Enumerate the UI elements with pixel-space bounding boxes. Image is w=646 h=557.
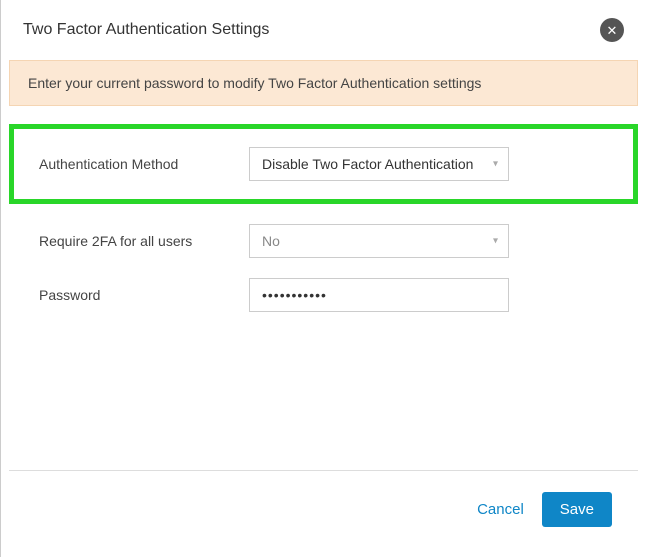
info-banner: Enter your current password to modify Tw… [9,60,638,106]
close-button[interactable]: ✕ [600,18,624,42]
save-button[interactable]: Save [542,492,612,527]
chevron-down-icon: ▾ [493,236,498,247]
chevron-down-icon: ▾ [493,159,498,170]
select-require-2fa[interactable]: No ▾ [249,224,509,258]
form-area: Authentication Method Disable Two Factor… [1,106,646,322]
control-authentication-method: Disable Two Factor Authentication ▾ [249,147,509,181]
row-require-2fa: Require 2FA for all users No ▾ [9,214,638,268]
row-password: Password [9,268,638,322]
control-password [249,278,509,312]
label-authentication-method: Authentication Method [39,156,249,172]
banner-text: Enter your current password to modify Tw… [28,75,481,91]
close-icon: ✕ [607,24,618,37]
select-value: Disable Two Factor Authentication [262,156,473,172]
select-authentication-method[interactable]: Disable Two Factor Authentication ▾ [249,147,509,181]
label-password: Password [39,287,249,303]
footer-divider [9,470,638,471]
control-require-2fa: No ▾ [249,224,509,258]
modal-footer: Cancel Save [477,492,612,527]
modal-header: Two Factor Authentication Settings ✕ [1,0,646,60]
row-authentication-method: Authentication Method Disable Two Factor… [9,124,638,204]
page-title: Two Factor Authentication Settings [23,21,269,39]
select-value: No [262,233,280,249]
password-input[interactable] [249,278,509,312]
label-require-2fa: Require 2FA for all users [39,233,249,249]
cancel-button[interactable]: Cancel [477,501,524,518]
